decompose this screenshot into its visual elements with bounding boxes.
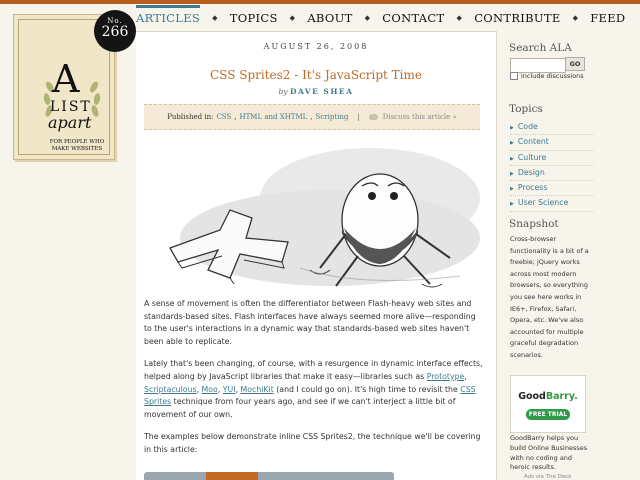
search-heading: Search ALA: [509, 42, 572, 54]
include-discussions-checkbox[interactable]: [510, 72, 518, 80]
p2-text: ,: [464, 371, 467, 381]
topic-label: Design: [517, 167, 545, 177]
ad-brand-good: Good: [518, 391, 546, 402]
snapshot-text: Cross-browser functionality is a bit of …: [510, 235, 589, 359]
logo-tagline: FOR PEOPLE WHO MAKE WEBSITES: [49, 139, 105, 152]
nav-separator: ◆: [456, 13, 463, 22]
topic-label: Culture: [517, 152, 547, 162]
nav-contact[interactable]: CONTACT: [382, 11, 444, 25]
logo-letter: A: [52, 57, 80, 101]
search-input[interactable]: [510, 58, 566, 73]
link-yui[interactable]: YUI: [223, 385, 236, 394]
category-comma: ,: [310, 113, 313, 121]
topic-item-culture[interactable]: ▶ Culture: [510, 151, 594, 166]
topic-label: Code: [517, 122, 538, 131]
speech-bubble-icon: [368, 114, 378, 120]
ad-via-link[interactable]: Ads via The Deck: [524, 474, 571, 480]
topic-item-user-science[interactable]: ▶ User Science: [510, 196, 594, 212]
article-illustration: [169, 148, 480, 288]
nav-contribute[interactable]: CONTRIBUTE: [474, 11, 560, 25]
nav-topics[interactable]: TOPICS: [230, 11, 278, 25]
p2-text: technique from four years ago, and see i…: [144, 397, 456, 419]
triangle-right-icon: ▶: [510, 186, 514, 193]
sprites-demo-nav[interactable]: [144, 472, 394, 480]
ad-brand: GoodBarry.: [511, 391, 585, 402]
free-trial-button[interactable]: FREE TRIAL: [526, 409, 570, 420]
nav-separator: ◆: [212, 13, 218, 22]
article-date: AUGUST 26, 2008: [263, 42, 369, 51]
topics-list: ▶ Code ▶ Content ▶ Culture ▶ Design ▶ Process…: [510, 120, 594, 212]
include-discussions[interactable]: include discussions: [510, 72, 584, 80]
article-body: A sense of movement is often the differe…: [144, 298, 484, 467]
link-moo[interactable]: Moo: [202, 385, 218, 394]
issue-number: 266: [101, 24, 129, 40]
demo-tab-active[interactable]: [206, 472, 258, 480]
topic-item-process[interactable]: ▶ Process: [510, 181, 594, 197]
pubbar-divider: |: [357, 113, 360, 121]
topic-label: Process: [517, 183, 548, 193]
topics-heading: Topics: [509, 103, 543, 115]
include-discussions-label: include discussions: [521, 72, 584, 80]
main-nav: ARTICLES ◆ TOPICS ◆ ABOUT ◆ CONTACT ◆ CO…: [136, 4, 625, 32]
category-link-scripting[interactable]: Scripting: [316, 113, 349, 121]
nav-separator: ◆: [289, 13, 296, 22]
goodbarry-ad[interactable]: GoodBarry. FREE TRIAL: [510, 375, 586, 433]
published-in-bar: Published in: CSS, HTML and XHTML, Scrip…: [144, 104, 480, 130]
nav-articles[interactable]: ARTICLES: [136, 4, 201, 25]
article-title: CSS Sprites2 - It's JavaScript Time: [210, 68, 422, 82]
triangle-right-icon: ▶: [510, 170, 514, 177]
category-link-html[interactable]: HTML and XHTML: [240, 113, 308, 121]
article-byline: by DAVE SHEA: [136, 87, 496, 96]
paragraph-3: The examples below demonstrate inline CS…: [144, 432, 481, 454]
nav-feed[interactable]: FEED: [590, 11, 625, 25]
author-link[interactable]: DAVE SHEA: [290, 87, 353, 96]
discuss-link[interactable]: Discuss this article »: [383, 113, 457, 121]
search-go-button[interactable]: GO: [565, 57, 585, 71]
ad-brand-barry: Barry.: [545, 391, 578, 402]
topic-item-design[interactable]: ▶ Design: [510, 166, 594, 182]
snapshot-heading: Snapshot: [509, 218, 559, 230]
p2-text: (and I could go on). It's high time to r…: [273, 384, 461, 394]
topic-item-code[interactable]: ▶ Code: [510, 120, 594, 136]
link-prototype[interactable]: Prototype: [427, 372, 465, 381]
triangle-right-icon: ▶: [510, 201, 514, 208]
triangle-right-icon: ▶: [510, 125, 514, 131]
link-scriptaculous[interactable]: Scriptaculous: [144, 385, 197, 394]
category-comma: ,: [234, 113, 237, 121]
triangle-right-icon: ▶: [510, 155, 514, 162]
published-in-label: Published in:: [167, 113, 214, 121]
topic-label: Content: [517, 137, 549, 147]
triangle-right-icon: ▶: [510, 140, 514, 147]
issue-badge[interactable]: No. 266: [94, 10, 136, 52]
paragraph-2: Lately that's been changing, of course, …: [144, 358, 484, 421]
topic-item-content[interactable]: ▶ Content: [510, 135, 594, 151]
logo-word-apart: apart: [48, 113, 92, 132]
byline-by: by: [278, 87, 288, 96]
ad-description: GoodBarry helps you build Online Busines…: [510, 434, 588, 472]
topic-label: User Science: [517, 198, 569, 208]
category-link-css[interactable]: CSS: [216, 113, 231, 121]
paragraph-1: A sense of movement is often the differe…: [144, 299, 476, 346]
link-mochikit[interactable]: MochiKit: [241, 385, 274, 394]
nav-separator: ◆: [364, 13, 371, 22]
sidebar-divider: [496, 31, 497, 480]
nav-separator: ◆: [572, 13, 579, 22]
nav-about[interactable]: ABOUT: [307, 11, 352, 25]
